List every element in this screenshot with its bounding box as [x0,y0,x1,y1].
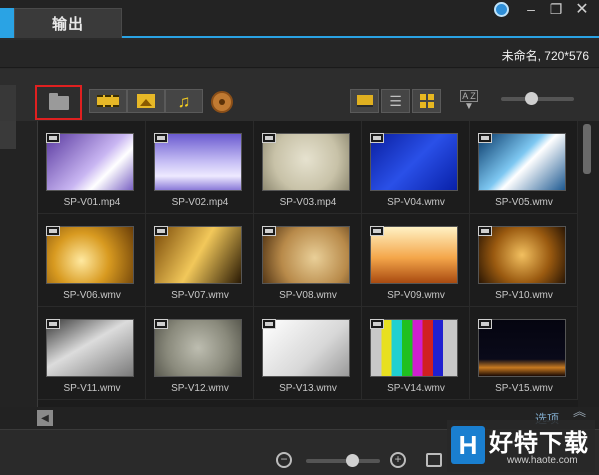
project-info-bar: 未命名, 720*576 [0,40,599,68]
list-view-icon: ☰ [389,93,402,109]
tab-output[interactable]: 输出 [14,8,122,38]
video-filter-icon [97,95,119,107]
item-filename: SP-V01.mp4 [63,197,121,208]
item-filename: SP-V04.wmv [387,197,445,208]
watermark-logo: H [451,426,485,464]
item-filename: SP-V10.wmv [495,290,553,301]
library-item[interactable]: SP-V05.wmv [470,121,578,214]
video-file-icon [370,319,384,329]
zoom-slider-knob[interactable] [346,454,359,467]
library-item[interactable]: SP-V01.mp4 [38,121,146,214]
library-navigation-panel [0,121,37,407]
video-file-icon [262,226,276,236]
restore-button[interactable]: ❐ [547,0,565,18]
video-file-icon [46,319,60,329]
scrollbar-thumb[interactable] [583,124,591,174]
accent-strip [0,8,14,38]
item-filename: SP-V03.mp4 [279,197,337,208]
library-item[interactable]: SP-V11.wmv [38,307,146,400]
item-filename: SP-V05.wmv [495,197,553,208]
vertical-scrollbar[interactable] [578,121,599,407]
library-item[interactable]: SP-V12.wmv [146,307,254,400]
video-file-icon [478,319,492,329]
video-file-icon [154,319,168,329]
photo-filter-icon [137,94,155,108]
media-grid: SP-V01.mp4 SP-V02.mp4 SP-V03.mp4 SP-V04.wmv… [38,121,578,400]
panel-edge [0,85,16,121]
photo-filter-button[interactable] [127,89,165,113]
library-item[interactable]: SP-V03.mp4 [254,121,362,214]
title-bar: 输出 – ❐ ✕ [0,0,599,38]
audio-filter-icon: ♫ [177,91,191,111]
sort-arrow-icon: ▼ [464,101,474,112]
slider-knob[interactable] [525,92,538,105]
item-filename: SP-V09.wmv [387,290,445,301]
zoom-in-button[interactable]: + [390,452,406,468]
scroll-left-button[interactable]: ◀ [37,410,53,426]
video-file-icon [46,133,60,143]
video-file-icon [370,133,384,143]
video-file-icon [478,226,492,236]
options-chevron-icon[interactable]: ︽ [573,405,586,418]
video-file-icon [154,226,168,236]
library-item[interactable]: SP-V06.wmv [38,214,146,307]
flash-animation-icon[interactable] [211,91,233,113]
zoom-slider[interactable] [306,454,380,467]
project-info-text: 未命名, 720*576 [501,49,589,63]
close-button[interactable]: ✕ [572,0,592,18]
navigation-selected-row[interactable] [0,121,16,149]
library-item[interactable]: SP-V15.wmv [470,307,578,400]
thumbnail-size-slider[interactable] [501,92,574,105]
video-file-icon [154,133,168,143]
grid-view-icon [419,94,434,108]
video-file-icon [262,319,276,329]
item-filename: SP-V13.wmv [279,383,337,394]
folder-icon [48,92,69,110]
watermark-url: www.haote.com [507,455,578,466]
app-window: 输出 – ❐ ✕ 未命名, 720*576 ♫ ☰ A Z ▼ SP-V01.m… [0,0,599,475]
grid-view-button[interactable] [412,89,441,113]
library-item[interactable]: SP-V10.wmv [470,214,578,307]
library-item[interactable]: SP-V04.wmv [362,121,470,214]
item-filename: SP-V15.wmv [495,383,553,394]
video-file-icon [262,133,276,143]
item-filename: SP-V12.wmv [171,383,229,394]
video-file-icon [46,226,60,236]
item-filename: SP-V02.mp4 [171,197,229,208]
audio-filter-button[interactable]: ♫ [165,89,203,113]
item-filename: SP-V14.wmv [387,383,445,394]
media-library: SP-V01.mp4 SP-V02.mp4 SP-V03.mp4 SP-V04.wmv… [37,121,578,407]
library-item[interactable]: SP-V07.wmv [146,214,254,307]
gear-icon [493,1,509,17]
video-file-icon [370,226,384,236]
library-item[interactable]: SP-V09.wmv [362,214,470,307]
settings-button[interactable] [490,0,512,18]
library-item[interactable]: SP-V13.wmv [254,307,362,400]
library-item[interactable]: SP-V08.wmv [254,214,362,307]
item-filename: SP-V07.wmv [171,290,229,301]
minimize-button[interactable]: – [522,0,540,18]
video-filter-button[interactable] [89,89,127,113]
library-item[interactable]: SP-V14.wmv [362,307,470,400]
thumbnail-view-button[interactable] [350,89,379,113]
fit-to-window-button[interactable] [426,453,442,467]
import-folder-button[interactable] [35,85,82,120]
item-filename: SP-V11.wmv [63,383,121,394]
list-view-button[interactable]: ☰ [381,89,410,113]
zoom-out-button[interactable]: − [276,452,292,468]
library-item[interactable]: SP-V02.mp4 [146,121,254,214]
video-file-icon [478,133,492,143]
watermark-title: 好特下载 [489,430,589,457]
item-filename: SP-V06.wmv [63,290,121,301]
site-watermark: H 好特下载 www.haote.com [447,420,595,472]
sort-button[interactable]: A Z ▼ [459,89,479,113]
item-filename: SP-V08.wmv [279,290,337,301]
thumbnail-view-icon [356,95,373,107]
